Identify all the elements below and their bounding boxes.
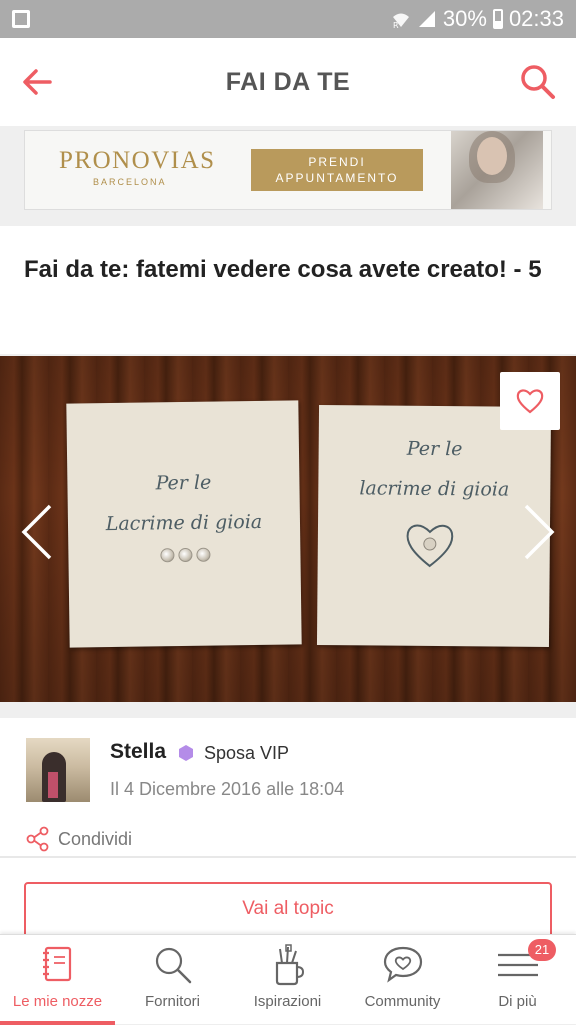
ad-photo <box>451 131 543 209</box>
ad-cta-line1: PRENDI <box>308 155 366 169</box>
ad-brand: PRONOVIAS <box>59 147 216 174</box>
share-icon <box>26 826 49 852</box>
ad-city: BARCELONA <box>93 177 167 187</box>
post-photo[interactable]: Per le Lacrime di gioia Per le lacrime d… <box>0 356 576 702</box>
heart-icon <box>516 389 544 414</box>
search-icon[interactable] <box>518 62 558 102</box>
nav-item-le-mie-nozze[interactable]: Le mie nozze <box>0 935 115 1025</box>
nav-label: Community <box>364 993 441 1010</box>
ad-cta-line2: APPUNTAMENTO <box>275 171 399 185</box>
status-bar: R 30% 02:33 <box>0 0 576 38</box>
nav-label: Fornitori <box>144 993 200 1010</box>
prev-photo-icon[interactable] <box>18 502 54 562</box>
nav-item-community[interactable]: Community <box>345 935 460 1025</box>
avatar[interactable] <box>26 738 90 802</box>
post-date: Il 4 Dicembre 2016 alle 18:04 <box>110 779 345 799</box>
brush-cup-icon <box>275 944 304 986</box>
post-header: Fai da te: fatemi vedere cosa avete crea… <box>0 226 576 354</box>
post-title: Fai da te: fatemi vedere cosa avete crea… <box>24 256 542 283</box>
wifi-icon: R <box>392 13 409 29</box>
favorite-button[interactable] <box>500 372 560 430</box>
nav-label: Le mie nozze <box>12 993 103 1010</box>
chat-heart-icon <box>383 946 422 983</box>
notebook-icon <box>42 946 71 982</box>
ad-banner[interactable]: PRONOVIAS BARCELONA PRENDI APPUNTAMENTO <box>24 130 552 210</box>
rhinestones <box>160 547 211 563</box>
heart-drawing-icon <box>406 524 454 568</box>
photo-card-left: Per le Lacrime di gioia <box>66 400 302 648</box>
card-right-line1: Per le <box>406 437 463 461</box>
share-button[interactable]: Condividi <box>26 826 132 852</box>
battery-percent: 30% <box>442 6 487 31</box>
share-label: Condividi <box>58 828 133 849</box>
cta-area: Vai al topic <box>0 858 576 938</box>
next-photo-icon[interactable] <box>522 502 558 562</box>
status-indicators: R 30% 02:33 <box>391 6 564 32</box>
page-title: FAI DA TE <box>225 68 351 96</box>
author-name[interactable]: Stella <box>110 740 166 764</box>
svg-text:R: R <box>393 21 399 29</box>
card-left-line2: Lacrime di gioia <box>105 510 263 536</box>
ad-area: PRONOVIAS BARCELONA PRENDI APPUNTAMENTO <box>0 126 576 226</box>
nav-label: Di più <box>498 993 537 1010</box>
app-notification-icon <box>12 10 30 28</box>
search-icon <box>155 947 191 984</box>
vip-label: Sposa VIP <box>204 743 290 763</box>
photo-card-right: Per le lacrime di gioia <box>316 404 552 648</box>
clock: 02:33 <box>508 6 564 31</box>
bottom-nav: Le mie nozze Fornitori Ispirazioni Commu… <box>0 934 576 1025</box>
author-section: Stella Sposa VIP Il 4 Dicembre 2016 alle… <box>0 718 576 858</box>
nav-item-fornitori[interactable]: Fornitori <box>115 935 230 1025</box>
notification-badge: 21 <box>528 939 556 961</box>
ad-cta-button[interactable]: PRENDI APPUNTAMENTO <box>251 149 423 191</box>
nav-item-di-piu[interactable]: 21 Di più <box>460 935 575 1025</box>
nav-item-ispirazioni[interactable]: Ispirazioni <box>230 935 345 1025</box>
nav-label: Ispirazioni <box>253 993 322 1010</box>
battery-icon <box>492 9 503 29</box>
go-to-topic-button[interactable]: Vai al topic <box>24 882 552 938</box>
signal-icon <box>418 11 435 27</box>
app-header: FAI DA TE <box>0 38 576 126</box>
card-right-line2: lacrime di gioia <box>359 477 510 501</box>
card-left-line1: Per le <box>155 471 212 495</box>
vip-badge-icon <box>179 745 193 761</box>
